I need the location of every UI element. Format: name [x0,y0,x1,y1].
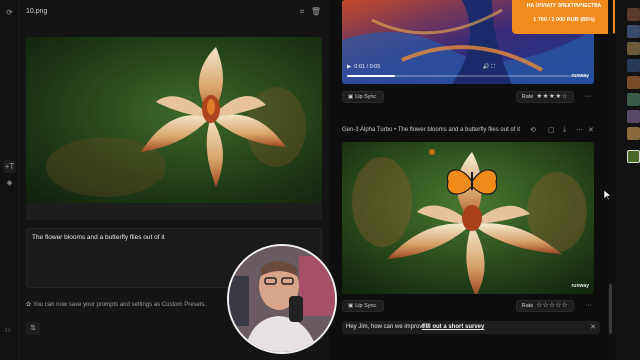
rate-label: Rate [521,94,534,100]
thumbnail[interactable] [627,127,640,140]
layers-icon[interactable]: ◈ [3,176,16,189]
thumbnail-selected[interactable] [627,150,640,163]
rate-label: Rate [521,303,534,309]
prompt-text[interactable]: The flower blooms and a butterfly flies … [32,234,165,241]
card-1-toolbar: ▣ Lip Sync Rate ★★★★☆ ··· [342,91,594,104]
video-progress[interactable] [347,75,589,77]
video-time: ▶ 0:01 / 0:05 🔊 ⛶ [347,64,495,70]
rate-control[interactable]: Rate ☆☆☆☆☆ [515,300,574,312]
thumbnail[interactable] [627,110,640,123]
lip-sync-label: Lip Sync [355,303,377,309]
survey-bar: Hey Jim, how can we improve? Fill out a … [342,321,600,334]
lip-sync-icon: ▣ [348,94,354,100]
thumbnail[interactable] [627,59,640,72]
refresh-icon[interactable]: ⟲ [530,126,536,134]
scrollbar-thumb[interactable] [609,284,612,334]
mouse-cursor [603,189,612,202]
file-header: 10.png ⌗ 🗑 [26,4,322,21]
download-icon[interactable]: ⤓ [563,126,566,134]
flower-image [26,37,322,203]
thumbnail[interactable] [627,42,640,55]
trash-icon[interactable]: 🗑 [310,6,322,18]
preview-footer [26,203,322,220]
rating-stars: ☆☆☆☆☆ [536,302,568,309]
thumbnail[interactable] [627,93,640,106]
rating-stars: ★★★★☆ [536,93,568,100]
video-card-2[interactable]: runway [342,142,594,294]
presets-tip: You can now save your prompts and settin… [33,302,207,308]
donation-banner: НА ОПЛАТУ ЭЛЕКТРИЧЕСТВА 1 700 / 2 000 RU… [512,0,616,34]
more-icon[interactable]: ··· [585,300,592,312]
runway-watermark: runway [571,283,589,289]
lip-sync-icon: ▣ [348,303,354,309]
video-progress-fill [347,75,396,77]
close-icon[interactable]: ✕ [588,126,594,134]
card-2-toolbar: ▣ Lip Sync Rate ☆☆☆☆☆ ··· [342,300,594,313]
thumbnail[interactable] [627,25,640,38]
presenter-webcam [229,246,335,352]
donation-label: НА ОПЛАТУ ЭЛЕКТРИЧЕСТВА [526,3,602,9]
image-preview [26,37,322,203]
thumbnail[interactable] [627,8,640,21]
file-name: 10.png [26,8,48,15]
lip-sync-button[interactable]: ▣ Lip Sync [342,300,385,312]
swap-icon[interactable]: ⇅ [26,322,40,335]
new-session-icon[interactable]: ⟳ [3,6,16,19]
text-tool-icon[interactable]: +T [3,160,16,173]
crop-icon[interactable]: ⌗ [296,6,308,18]
lip-sync-button[interactable]: ▣ Lip Sync [342,91,385,103]
rate-control[interactable]: Rate ★★★★☆ [515,91,574,103]
thumbnail[interactable] [627,76,640,89]
lip-sync-label: Lip Sync [355,94,377,100]
info-icon: ✿ [26,302,32,308]
survey-question: Hey Jim, how can we improve? [346,324,430,330]
generation-title: Gen-3 Alpha Turbo • The flower blooms an… [342,127,521,133]
folder-icon[interactable]: ▢ [548,126,555,134]
corner-label: -16 [3,328,11,334]
thumbnail-strip [615,0,640,360]
more-icon[interactable]: ··· [585,91,592,103]
webcam-overlay [227,244,337,354]
runway-watermark: runway [571,73,589,79]
more-icon[interactable]: ⋯ [576,126,583,134]
butterfly-video-frame [342,142,594,294]
survey-link[interactable]: Fill out a short survey [422,324,484,330]
left-tool-rail: ⟳ +T ◈ [0,0,19,360]
close-icon[interactable]: ✕ [590,323,596,331]
donation-progress: 1 700 / 2 000 RUB (85%) [533,17,595,23]
